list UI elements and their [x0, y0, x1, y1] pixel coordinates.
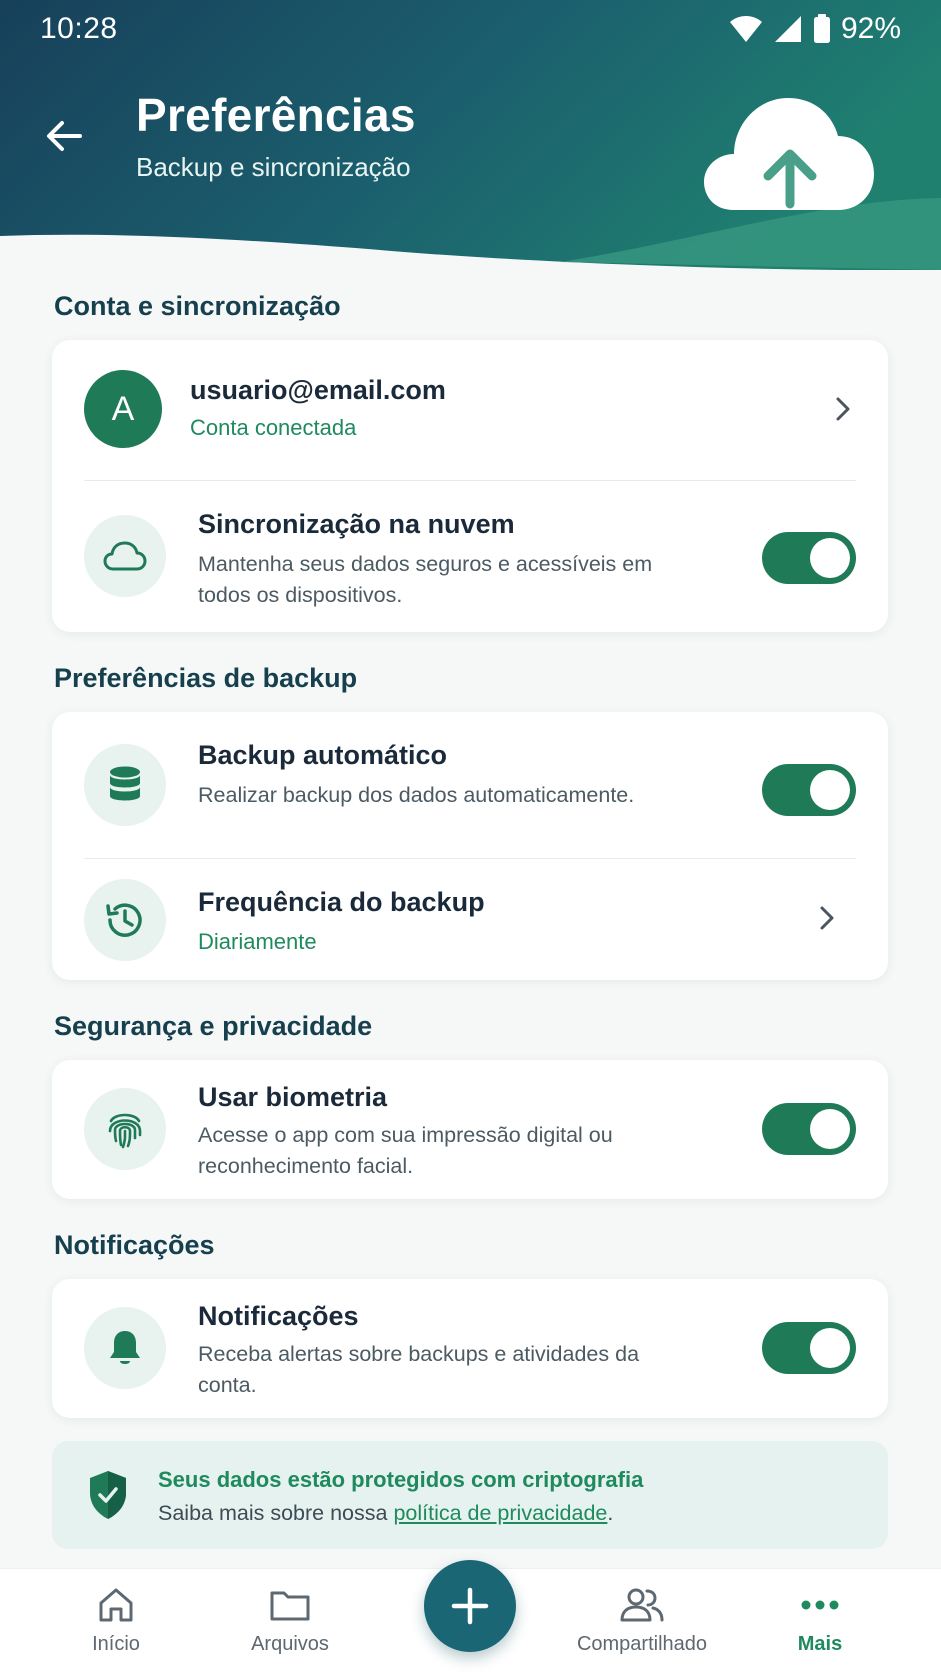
toggle-knob	[810, 770, 850, 810]
page-title: Preferências	[136, 89, 416, 141]
users-icon	[620, 1588, 664, 1622]
database-icon	[110, 766, 140, 801]
add-button[interactable]	[424, 1560, 516, 1652]
folder-icon	[270, 1591, 310, 1621]
toggle-knob	[810, 538, 850, 578]
account-email: usuario@email.com	[190, 375, 446, 405]
signal-icon	[774, 16, 801, 42]
status-time: 10:28	[40, 12, 118, 45]
bell-icon	[110, 1331, 140, 1364]
cloud-sync-title: Sincronização na nuvem	[198, 509, 515, 539]
security-card: Usar biometria Acesse o app com sua impr…	[52, 1060, 888, 1199]
page-subtitle: Backup e sincronização	[136, 152, 411, 182]
section-title-account: Conta e sincronização	[54, 291, 341, 321]
shield-icon	[90, 1471, 126, 1519]
backup-frequency-value: Diariamente	[198, 929, 317, 954]
cloud-icon	[103, 541, 147, 571]
home-icon	[99, 1588, 133, 1622]
nav-shared-label: Compartilhado	[576, 1633, 708, 1655]
notifications-card: Notificações Receba alertas sobre backup…	[52, 1279, 888, 1418]
info-text-suffix: .	[607, 1501, 614, 1525]
biometrics-row: Usar biometria Acesse o app com sua impr…	[52, 1060, 888, 1199]
wifi-icon	[729, 16, 762, 42]
toggle-knob	[810, 1328, 850, 1368]
nav-files-label: Arquivos	[251, 1633, 329, 1655]
back-arrow-icon[interactable]	[40, 112, 88, 160]
toggle-knob	[810, 1109, 850, 1149]
account-row[interactable]: A usuario@email.com Conta conectada	[52, 340, 888, 480]
cloud-sync-row: Sincronização na nuvem Mantenha seus dad…	[52, 481, 888, 632]
auto-backup-row: Backup automático Realizar backup dos da…	[52, 712, 888, 858]
battery-percent: 92%	[840, 12, 901, 45]
biometrics-desc: Acesse o app com sua impressão digital o…	[198, 1123, 613, 1178]
account-card: A usuario@email.com Conta conectada Sinc…	[52, 340, 888, 632]
nav-more[interactable]: Mais	[740, 1569, 900, 1672]
section-title-backup: Preferências de backup	[54, 663, 358, 693]
account-status: Conta conectada	[190, 415, 357, 440]
battery-icon	[813, 14, 830, 43]
database-icon-bubble	[84, 744, 166, 826]
chevron-right-icon	[836, 397, 850, 421]
header: 10:28 92% Preferências Backup e sincroni…	[0, 0, 941, 270]
nav-more-label: Mais	[797, 1633, 843, 1655]
status-bar: 10:28 92%	[0, 0, 941, 60]
auto-backup-toggle[interactable]	[762, 764, 856, 816]
backup-card: Backup automático Realizar backup dos da…	[52, 712, 888, 980]
bell-icon-bubble	[84, 1307, 166, 1389]
info-title: Seus dados estão protegidos com criptogr…	[158, 1467, 644, 1492]
biometrics-title: Usar biometria	[198, 1082, 388, 1112]
cloud-sync-desc: Mantenha seus dados seguros e acessíveis…	[198, 552, 653, 607]
nav-home-label: Início	[92, 1633, 140, 1655]
notifications-row: Notificações Receba alertas sobre backup…	[52, 1279, 888, 1418]
section-title-notifications: Notificações	[54, 1230, 215, 1260]
fingerprint-icon	[108, 1113, 142, 1149]
chevron-right-icon	[820, 906, 834, 930]
biometrics-toggle[interactable]	[762, 1103, 856, 1155]
avatar: A	[84, 370, 162, 448]
cloud-icon-bubble	[84, 515, 166, 597]
notifications-desc: Receba alertas sobre backups e atividade…	[198, 1342, 640, 1397]
cloud-upload-icon	[704, 98, 874, 210]
more-dots-icon	[801, 1600, 839, 1610]
section-title-security: Segurança e privacidade	[54, 1011, 373, 1041]
auto-backup-desc: Realizar backup dos dados automaticament…	[198, 783, 635, 807]
auto-backup-title: Backup automático	[198, 740, 448, 770]
backup-frequency-row[interactable]: Frequência do backup Diariamente	[52, 859, 888, 980]
nav-shared[interactable]: Compartilhado	[562, 1569, 722, 1672]
fingerprint-icon-bubble	[84, 1088, 166, 1170]
notifications-toggle[interactable]	[762, 1322, 856, 1374]
backup-frequency-title: Frequência do backup	[198, 887, 485, 917]
plus-icon	[451, 1587, 489, 1625]
nav-home[interactable]: Início	[36, 1569, 196, 1672]
history-icon-bubble	[84, 879, 166, 961]
notifications-title: Notificações	[198, 1301, 359, 1331]
info-text-prefix: Saiba mais sobre nossa	[158, 1501, 394, 1525]
privacy-policy-link[interactable]: política de privacidade	[393, 1501, 607, 1525]
history-icon	[106, 903, 142, 937]
nav-files[interactable]: Arquivos	[210, 1569, 370, 1672]
info-text: Saiba mais sobre nossa política de priva…	[158, 1501, 613, 1526]
cloud-sync-toggle[interactable]	[762, 532, 856, 584]
encryption-info-banner: Seus dados estão protegidos com criptogr…	[52, 1441, 888, 1549]
